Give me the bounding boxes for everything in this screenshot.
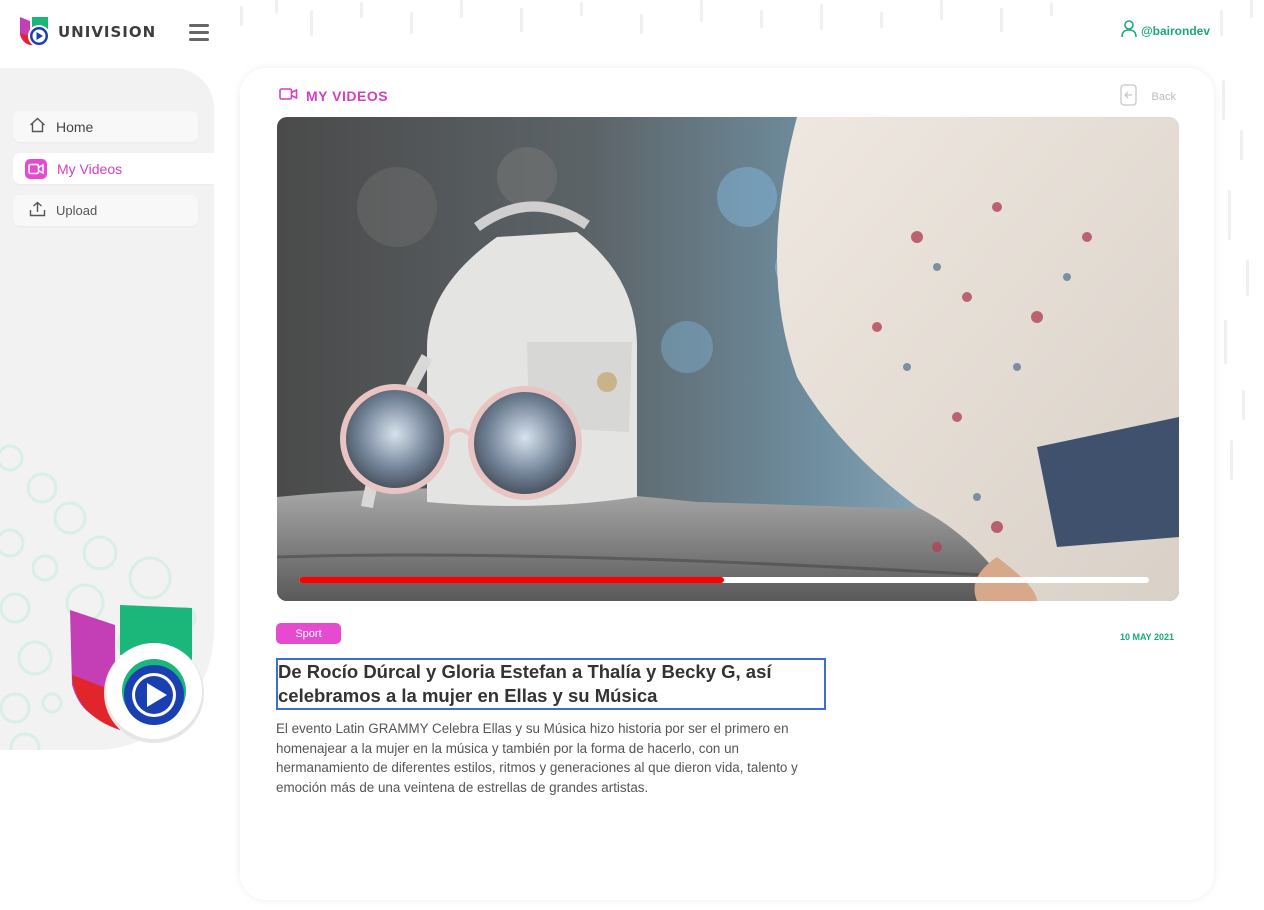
video-thumbnail (277, 117, 1179, 601)
page-title-text: MY VIDEOS (306, 87, 389, 104)
univision-large-logo (70, 605, 205, 745)
video-headline[interactable]: De Rocío Dúrcal y Gloria Estefan a Thalí… (276, 658, 826, 710)
sidebar-item-label: Upload (56, 203, 98, 218)
hamburger-menu-button[interactable] (189, 24, 209, 42)
sidebar-item-label: My Videos (57, 160, 123, 177)
background-pattern (220, 0, 1264, 68)
menu-line (189, 24, 209, 27)
background-pattern-right (1216, 70, 1264, 490)
video-camera-icon (279, 87, 298, 104)
back-label: Back (1151, 90, 1176, 103)
sidebar-item-upload[interactable]: Upload (13, 195, 198, 226)
page-title: MY VIDEOS (279, 87, 388, 104)
category-tag[interactable]: Sport (276, 623, 341, 644)
sidebar-item-home[interactable]: Home (13, 111, 198, 142)
video-detail-card: MY VIDEOS Back Sport 10 MAY 2021 De Rocí… (240, 68, 1214, 900)
menu-line (189, 38, 209, 41)
video-description: El evento Latin GRAMMY Celebra Ellas y s… (276, 721, 798, 795)
home-icon (29, 117, 46, 136)
upload-icon (29, 201, 46, 220)
brand-name: UNIVISION (58, 23, 157, 41)
back-icon (1119, 84, 1138, 109)
back-button[interactable]: Back (1119, 84, 1176, 109)
menu-line (189, 31, 209, 34)
user-handle: @bairondev (1140, 23, 1210, 38)
univision-logo[interactable]: UNIVISION (18, 15, 156, 49)
user-profile-link[interactable]: @bairondev (1121, 20, 1210, 41)
univision-logo-icon (18, 15, 52, 49)
sidebar-item-my-videos[interactable]: My Videos (13, 153, 214, 184)
video-progress-fill (299, 577, 724, 583)
video-camera-icon (25, 158, 47, 179)
user-icon (1121, 20, 1137, 41)
publish-date: 10 MAY 2021 (1119, 632, 1174, 642)
video-progress-bar[interactable] (299, 577, 1149, 583)
sidebar-item-label: Home (56, 118, 94, 135)
video-player[interactable] (277, 117, 1179, 601)
